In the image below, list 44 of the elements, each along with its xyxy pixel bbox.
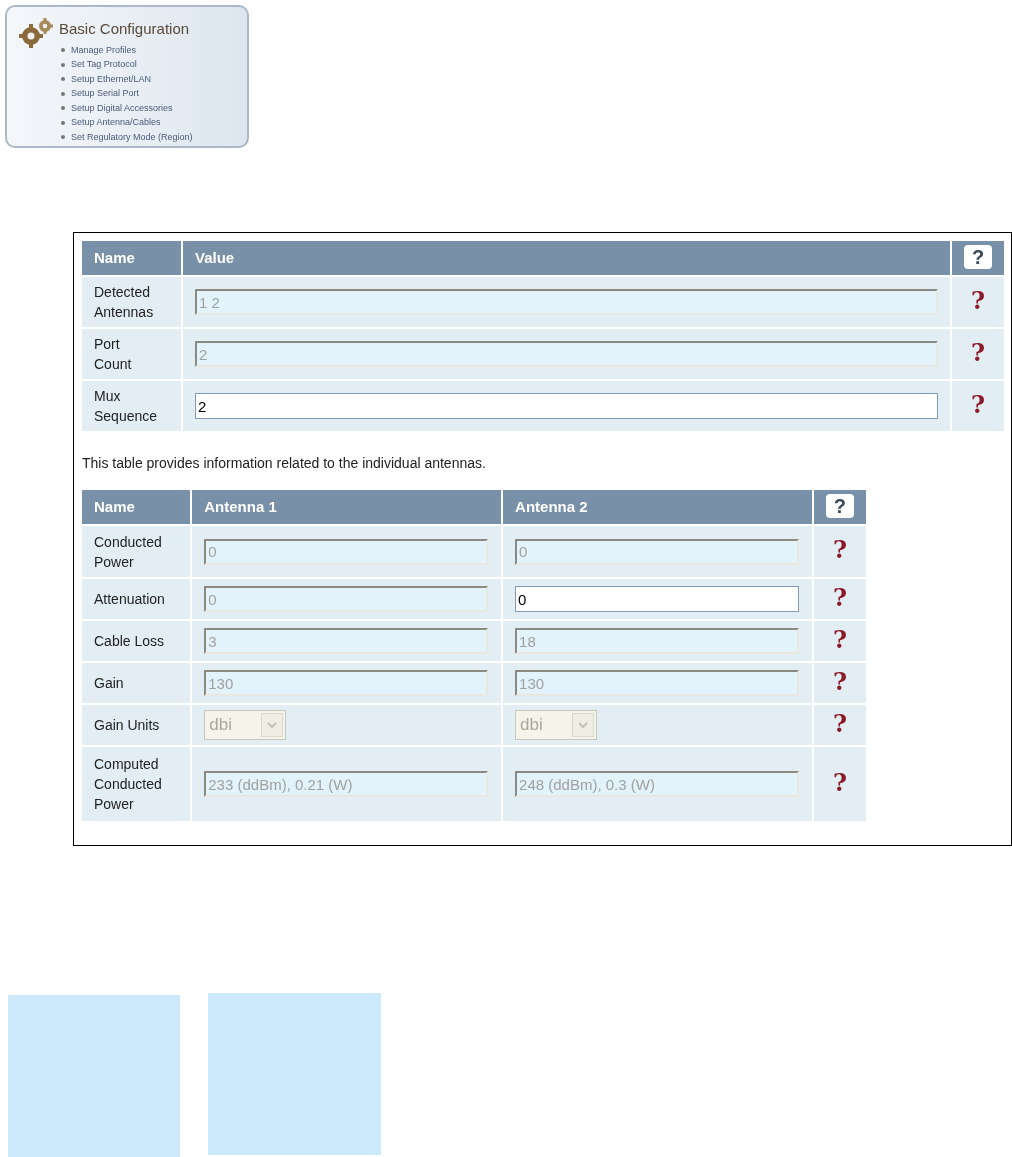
bullet-icon <box>61 77 65 82</box>
nav-link[interactable]: Setup Serial Port <box>71 87 140 101</box>
nav-link[interactable]: Manage Profiles <box>71 43 137 57</box>
help-icon[interactable]: ? <box>832 624 847 654</box>
row-label: Gain <box>82 663 191 703</box>
text-field[interactable]: 0 <box>515 586 800 612</box>
help-icon[interactable]: ? <box>832 535 847 564</box>
text-field[interactable]: 2 <box>195 393 938 419</box>
table-description: This table provides information related to the individual antennas. <box>82 454 487 473</box>
help-icon[interactable]: ? <box>832 666 847 696</box>
nav-link[interactable]: Set Regulatory Mode (Region) <box>71 130 193 144</box>
row-label: Gain Units <box>82 705 191 745</box>
nav-link[interactable]: Setup Antenna/Cables <box>71 116 161 130</box>
help-icon[interactable]: ? <box>964 245 992 269</box>
bullet-icon <box>61 135 65 140</box>
column-header: Name <box>82 490 191 524</box>
nav-link[interactable]: Set Tag Protocol <box>71 58 137 72</box>
bullet-icon <box>61 91 65 96</box>
column-header: Name <box>82 241 181 275</box>
help-icon[interactable]: ? <box>970 389 986 419</box>
row-label: Detected Antennas <box>82 277 181 327</box>
chevron-down-icon <box>261 713 284 737</box>
nav-title: Basic Configuration <box>59 18 190 39</box>
column-header: Antenna 2 <box>503 490 812 524</box>
row-label: Attenuation <box>82 579 191 619</box>
nav-link[interactable]: Setup Digital Accessories <box>71 101 173 115</box>
bullet-icon <box>61 120 65 125</box>
help-icon[interactable]: ? <box>832 767 847 797</box>
gears-icon <box>17 17 55 49</box>
row-label: Port Count <box>82 329 181 379</box>
nav-link[interactable]: Setup Ethernet/LAN <box>71 72 152 86</box>
help-icon[interactable]: ? <box>825 494 854 518</box>
row-label: Computed Conducted Power <box>82 747 191 821</box>
row-label: Cable Loss <box>82 621 191 661</box>
column-header: Antenna 1 <box>192 490 502 524</box>
row-label: Mux Sequence <box>82 381 181 431</box>
help-icon[interactable]: ? <box>832 582 847 612</box>
bullet-icon <box>61 106 65 111</box>
bullet-icon <box>61 62 65 67</box>
row-label: Conducted Power <box>82 526 191 577</box>
bullet-icon <box>61 48 65 53</box>
chevron-down-icon <box>572 713 595 737</box>
column-header: Value <box>183 241 950 275</box>
help-icon[interactable]: ? <box>832 708 847 738</box>
